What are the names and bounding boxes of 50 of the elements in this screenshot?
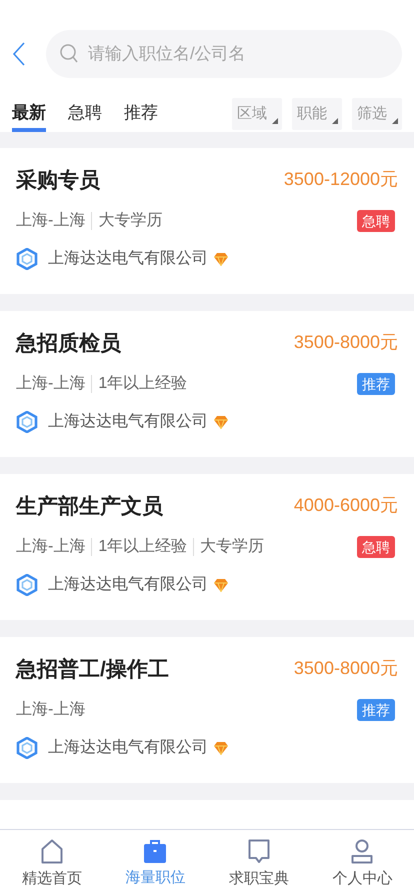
briefcase-icon xyxy=(144,839,166,863)
caret-icon xyxy=(332,118,338,124)
company-name: 上海达达电气有限公司 xyxy=(48,412,208,432)
logo-icon xyxy=(16,411,38,433)
search-field[interactable]: 请输入职位名/公司名 xyxy=(46,30,402,78)
search-icon xyxy=(60,44,78,64)
diamond-icon xyxy=(214,416,228,428)
job-card[interactable]: 生产部生产文员 4000-6000元 上海-上海 1年以上经验 大专学历 急聘 上海达达电气有限公司 xyxy=(0,474,414,620)
job-requirement: 1年以上经验 xyxy=(98,374,188,394)
back-icon[interactable] xyxy=(12,41,26,67)
company-name: 上海达达电气有限公司 xyxy=(48,738,208,758)
job-requirement: 大专学历 xyxy=(200,536,264,557)
logo-icon xyxy=(16,574,38,596)
tab[interactable]: 推荐 xyxy=(124,98,158,132)
job-requirement: 上海-上海 xyxy=(16,700,86,720)
job-requirement: 上海-上海 xyxy=(16,374,86,394)
job-title: 采购专员 xyxy=(16,168,100,194)
company-name: 上海达达电气有限公司 xyxy=(48,248,208,269)
diamond-icon xyxy=(214,578,228,592)
job-card[interactable]: 急招普工/操作工 3500-8000元 上海-上海 推荐 上海达达电气有限公司 xyxy=(0,637,414,783)
job-title: 急招普工/操作工 xyxy=(16,656,169,683)
nav-tab[interactable]: 求职宝典 xyxy=(207,830,310,896)
job-title: 急招质检员 xyxy=(16,331,121,357)
nav-tab[interactable]: 精选首页 xyxy=(0,830,104,896)
diamond-icon xyxy=(214,252,228,266)
job-card[interactable]: 急招质检员 3500-8000元 上海-上海 1年以上经验 推荐 上海达达电气有限公司 xyxy=(0,311,414,457)
job-card[interactable]: 采购专员 3500-12000元 上海-上海 大专学历 急聘 上海达达电气有限公司 xyxy=(0,148,414,294)
job-tag: 推荐 xyxy=(357,373,395,395)
diamond-icon xyxy=(214,742,228,754)
job-tag: 急聘 xyxy=(357,536,395,558)
company-name: 上海达达电气有限公司 xyxy=(48,574,208,595)
logo-icon xyxy=(16,737,38,759)
job-tag: 急聘 xyxy=(357,210,395,232)
salary: 3500-8000元 xyxy=(294,657,398,680)
home-icon xyxy=(40,839,63,864)
logo-icon xyxy=(16,248,38,270)
caret-icon xyxy=(272,118,278,124)
salary: 3500-8000元 xyxy=(294,331,398,354)
job-requirement: 1年以上经验 xyxy=(98,536,188,557)
tab[interactable]: 急聘 xyxy=(68,98,102,132)
job-title: 生产部生产文员 xyxy=(16,494,163,520)
salary: 3500-12000元 xyxy=(284,168,398,191)
job-requirement: 上海-上海 xyxy=(16,210,86,231)
job-tag: 推荐 xyxy=(357,699,395,721)
nav-tab[interactable]: 个人中心 xyxy=(310,830,414,896)
person-icon xyxy=(351,839,374,864)
job-requirement: 上海-上海 xyxy=(16,536,86,557)
salary: 4000-6000元 xyxy=(294,494,398,517)
caret-icon xyxy=(392,118,398,124)
job-requirement: 大专学历 xyxy=(98,210,162,231)
